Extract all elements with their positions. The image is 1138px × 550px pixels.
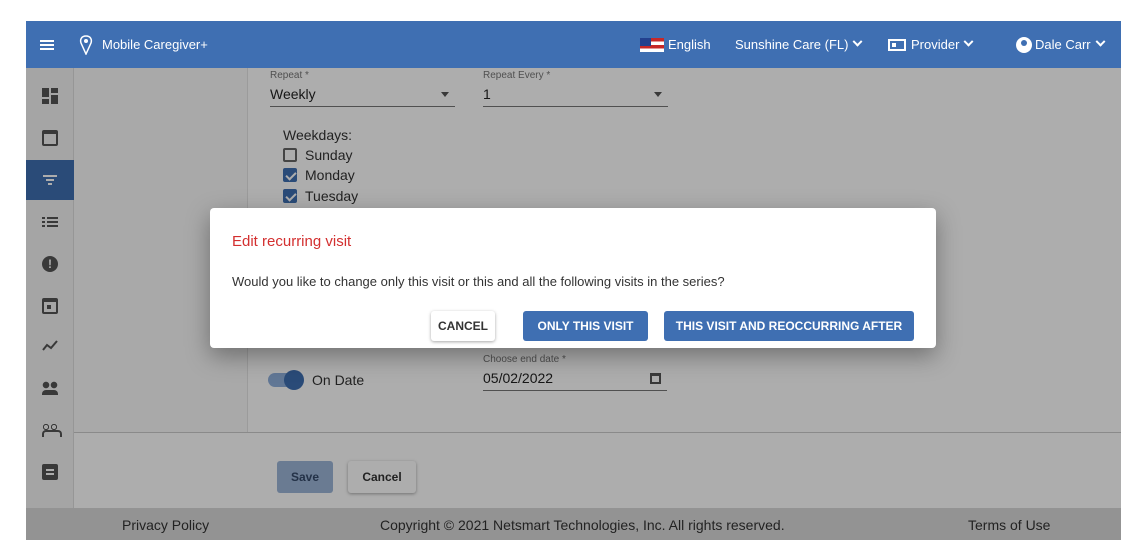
top-app-bar: Mobile Caregiver+ English Sunshine Care … [26,21,1121,68]
user-menu[interactable]: Dale Carr [1016,21,1106,68]
account-circle-icon [1016,36,1032,53]
brand-logo-icon [79,34,93,55]
id-card-icon [888,38,906,51]
organization-selector[interactable]: Sunshine Care (FL) [735,21,863,68]
app-brand: Mobile Caregiver+ [78,21,208,68]
language-selector[interactable]: English [640,21,711,68]
edit-recurring-visit-dialog: Edit recurring visit Would you like to c… [210,208,936,348]
organization-label: Sunshine Care (FL) [735,37,849,52]
dialog-title: Edit recurring visit [232,233,352,250]
us-flag-icon [640,37,664,52]
language-label: English [668,37,711,52]
chevron-down-icon [963,36,974,47]
only-this-visit-button[interactable]: ONLY THIS VISIT [523,311,648,341]
hamburger-menu-icon[interactable] [40,21,56,68]
dialog-message: Would you like to change only this visit… [232,274,725,289]
chevron-down-icon [853,36,863,47]
this-and-following-visits-button[interactable]: THIS VISIT AND REOCCURRING AFTER [664,311,914,341]
dialog-cancel-button[interactable]: CANCEL [431,311,495,341]
user-name: Dale Carr [1035,37,1091,52]
role-selector[interactable]: Provider [888,21,974,68]
app-title: Mobile Caregiver+ [102,37,208,52]
chevron-down-icon [1095,36,1106,47]
role-label: Provider [911,37,960,52]
app-window: Mobile Caregiver+ English Sunshine Care … [26,21,1121,540]
